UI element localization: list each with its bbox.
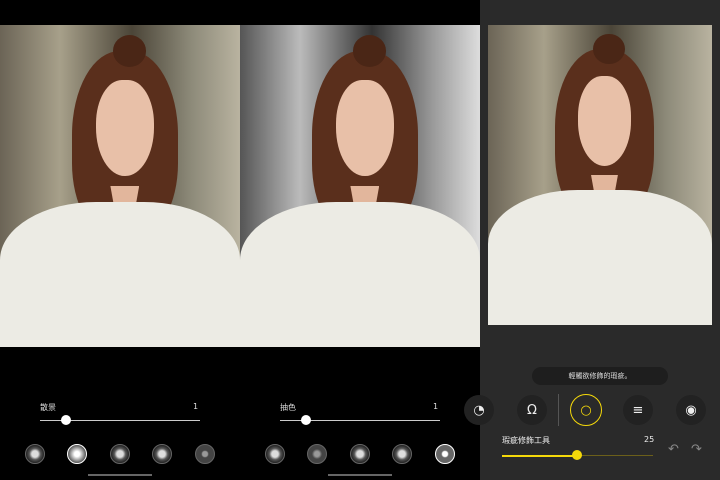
effect-option-1[interactable]: [265, 444, 285, 464]
tool-label: 瑕疵修飾工具: [502, 436, 550, 445]
effect-option-4[interactable]: [152, 444, 172, 464]
effect-label: 散景: [40, 403, 56, 412]
redo-icon[interactable]: ↷: [691, 442, 702, 457]
adjust-icon[interactable]: ≡: [623, 395, 653, 425]
home-indicator: [88, 474, 152, 476]
partial-tool-icon[interactable]: ◔: [464, 395, 494, 425]
slider-knob[interactable]: [301, 415, 311, 425]
blemish-face-icon[interactable]: ○: [570, 394, 602, 426]
hint-toast: 輕觸欲修飾的瑕疵。: [532, 367, 668, 385]
effect-value: 1: [193, 402, 199, 411]
effect-option-5[interactable]: [435, 444, 455, 464]
effect-option-2[interactable]: [307, 444, 327, 464]
photo-preview: [240, 25, 480, 347]
eye-icon[interactable]: ◉: [676, 395, 706, 425]
color-pop-editor-panel: 抽色 1: [240, 0, 480, 480]
bokeh-editor-panel: 散景 1: [0, 0, 240, 480]
photo-preview: [0, 25, 240, 347]
effect-option-3[interactable]: [350, 444, 370, 464]
effect-option-4[interactable]: [392, 444, 412, 464]
undo-icon[interactable]: ↶: [668, 442, 679, 457]
blemish-editor-panel: 輕觸欲修飾的瑕疵。 ◔ Ω ○ ≡ ◉ 瑕疵修飾工具 25 ↶ ↷: [464, 0, 720, 480]
effect-option-3[interactable]: [110, 444, 130, 464]
divider: [558, 394, 559, 426]
face-outline-icon[interactable]: Ω: [517, 395, 547, 425]
photo-preview[interactable]: [488, 25, 712, 325]
effect-label: 抽色: [280, 403, 296, 412]
tool-slider-fill[interactable]: [502, 455, 577, 457]
home-indicator: [328, 474, 392, 476]
slider-knob[interactable]: [572, 450, 582, 460]
effect-option-2[interactable]: [67, 444, 87, 464]
tool-value: 25: [644, 435, 655, 444]
slider-knob[interactable]: [61, 415, 71, 425]
tool-slider-track[interactable]: [577, 455, 653, 456]
effect-value: 1: [433, 402, 439, 411]
effect-option-5[interactable]: [195, 444, 215, 464]
effect-option-1[interactable]: [25, 444, 45, 464]
